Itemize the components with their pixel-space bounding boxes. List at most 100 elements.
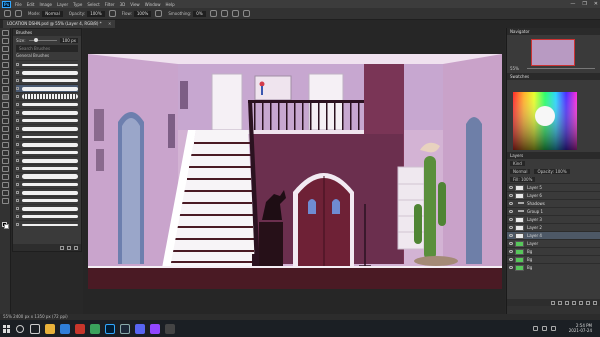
taskbar-clock[interactable]: 2:54 PM 2021-07-24 (569, 323, 592, 333)
menu-image[interactable]: Image (39, 2, 52, 7)
menu-select[interactable]: Select (87, 2, 99, 7)
brush-preset[interactable] (16, 172, 78, 180)
network-icon[interactable] (533, 326, 538, 331)
menu-help[interactable]: Help (165, 2, 174, 7)
new-group-icon[interactable] (579, 300, 583, 305)
dodge-tool-icon[interactable] (1, 142, 9, 148)
canvas-workspace[interactable] (83, 28, 505, 314)
symmetry-icon[interactable] (242, 10, 250, 17)
brush-preset[interactable] (16, 148, 78, 156)
quick-select-tool-icon[interactable] (1, 54, 9, 60)
brush-search-input[interactable]: Search Brushes (16, 45, 78, 52)
background-color-swatch[interactable] (4, 224, 9, 229)
menu-filter[interactable]: Filter (105, 2, 115, 7)
brush-preset[interactable] (16, 124, 78, 132)
app-icon[interactable] (165, 323, 175, 334)
marquee-tool-icon[interactable] (1, 38, 9, 44)
trash-icon[interactable] (593, 300, 597, 305)
menu-edit[interactable]: Edit (27, 2, 35, 7)
minimize-button[interactable]: — (570, 1, 575, 7)
maximize-button[interactable]: ❐ (582, 1, 586, 7)
history-brush-tool-icon[interactable] (1, 110, 9, 116)
menu-type[interactable]: Type (73, 2, 82, 7)
layer-row[interactable]: Bg (507, 255, 600, 263)
eyedropper-tool-icon[interactable] (1, 78, 9, 84)
navigator-zoom[interactable]: 55% (510, 66, 519, 71)
crop-tool-icon[interactable] (1, 62, 9, 68)
brush-preset[interactable] (16, 220, 78, 228)
pressure-opacity-icon[interactable] (108, 10, 116, 17)
adjustment-icon[interactable] (572, 300, 576, 305)
fx-icon[interactable] (558, 300, 562, 305)
angle-icon[interactable] (220, 10, 228, 17)
more-tools-icon[interactable] (1, 198, 9, 204)
search-icon[interactable] (16, 324, 24, 333)
windows-start-icon[interactable] (3, 324, 11, 333)
media-app-icon[interactable] (75, 323, 85, 334)
gear-icon[interactable] (209, 10, 217, 17)
brush-preset[interactable] (16, 76, 78, 84)
close-button[interactable]: ✕ (594, 1, 598, 7)
frame-tool-icon[interactable] (1, 70, 9, 76)
pen-tool-icon[interactable] (1, 150, 9, 156)
layer-row[interactable]: Shadows (507, 199, 600, 207)
layers-title[interactable]: Layers (507, 152, 600, 159)
brush-settings-icon[interactable] (15, 10, 22, 17)
eye-icon[interactable] (509, 210, 513, 213)
brush-preset[interactable] (16, 68, 78, 76)
layers-kind-select[interactable]: Kind (510, 160, 525, 166)
brush-preset[interactable] (16, 212, 78, 220)
menu-view[interactable]: View (130, 2, 140, 7)
brush-preset[interactable] (16, 180, 78, 188)
link-icon[interactable] (551, 300, 555, 305)
shape-tool-icon[interactable] (1, 174, 9, 180)
layer-opacity-field[interactable]: Opacity: 100% (534, 168, 570, 174)
brush-preset[interactable] (16, 116, 78, 124)
brush-preset[interactable] (16, 100, 78, 108)
eye-icon[interactable] (509, 242, 513, 245)
brushes-panel-title[interactable]: Brushes (13, 29, 81, 36)
menu-window[interactable]: Window (145, 2, 161, 7)
airbrush-icon[interactable] (155, 10, 163, 17)
layer-row[interactable]: Layer 2 (507, 223, 600, 231)
document-canvas[interactable] (88, 54, 502, 289)
blend-mode-select[interactable]: Normal (510, 168, 531, 174)
healing-tool-icon[interactable] (1, 86, 9, 92)
navigator-title[interactable]: Navigator (507, 28, 600, 35)
brush-preset[interactable] (16, 156, 78, 164)
hand-tool-icon[interactable] (1, 182, 9, 188)
photoshop-taskbar-icon[interactable] (105, 323, 115, 334)
brush-preset[interactable] (16, 196, 78, 204)
path-select-tool-icon[interactable] (1, 166, 9, 172)
brush-preset[interactable] (16, 132, 78, 140)
brush-preset-icon[interactable] (4, 10, 11, 17)
blur-tool-icon[interactable] (1, 134, 9, 140)
notification-icon[interactable] (551, 326, 556, 331)
flow-field[interactable]: 100% (133, 10, 152, 17)
brush-preset[interactable] (16, 188, 78, 196)
brush-size-slider[interactable] (28, 37, 58, 42)
layer-fill-field[interactable]: Fill: 100% (510, 176, 536, 182)
document-tab[interactable]: LOCATION DSHN.psd @ 55% (Layer 4, RGB/8)… (3, 20, 116, 28)
layer-row[interactable]: Layer 6 (507, 191, 600, 199)
eye-icon[interactable] (509, 202, 513, 205)
move-tool-icon[interactable] (1, 30, 9, 36)
layer-row[interactable]: Bg (507, 247, 600, 255)
menu-file[interactable]: File (15, 2, 22, 7)
layer-row[interactable]: Bg (507, 263, 600, 271)
eye-icon[interactable] (509, 266, 513, 269)
mode-select[interactable]: Normal (42, 10, 63, 17)
task-view-icon[interactable] (30, 323, 40, 334)
eye-icon[interactable] (509, 194, 513, 197)
eye-icon[interactable] (509, 186, 513, 189)
chrome-icon[interactable] (90, 323, 100, 334)
new-layer-icon[interactable] (586, 300, 590, 305)
brush-preset[interactable] (16, 204, 78, 212)
layer-row-selected[interactable]: Layer 4 (507, 231, 600, 239)
opacity-field[interactable]: 100% (87, 10, 105, 17)
new-group-icon[interactable] (60, 245, 64, 250)
gradient-tool-icon[interactable] (1, 126, 9, 132)
brush-preset[interactable] (16, 140, 78, 148)
brush-preset[interactable] (16, 92, 78, 100)
brush-preset[interactable] (16, 108, 78, 116)
